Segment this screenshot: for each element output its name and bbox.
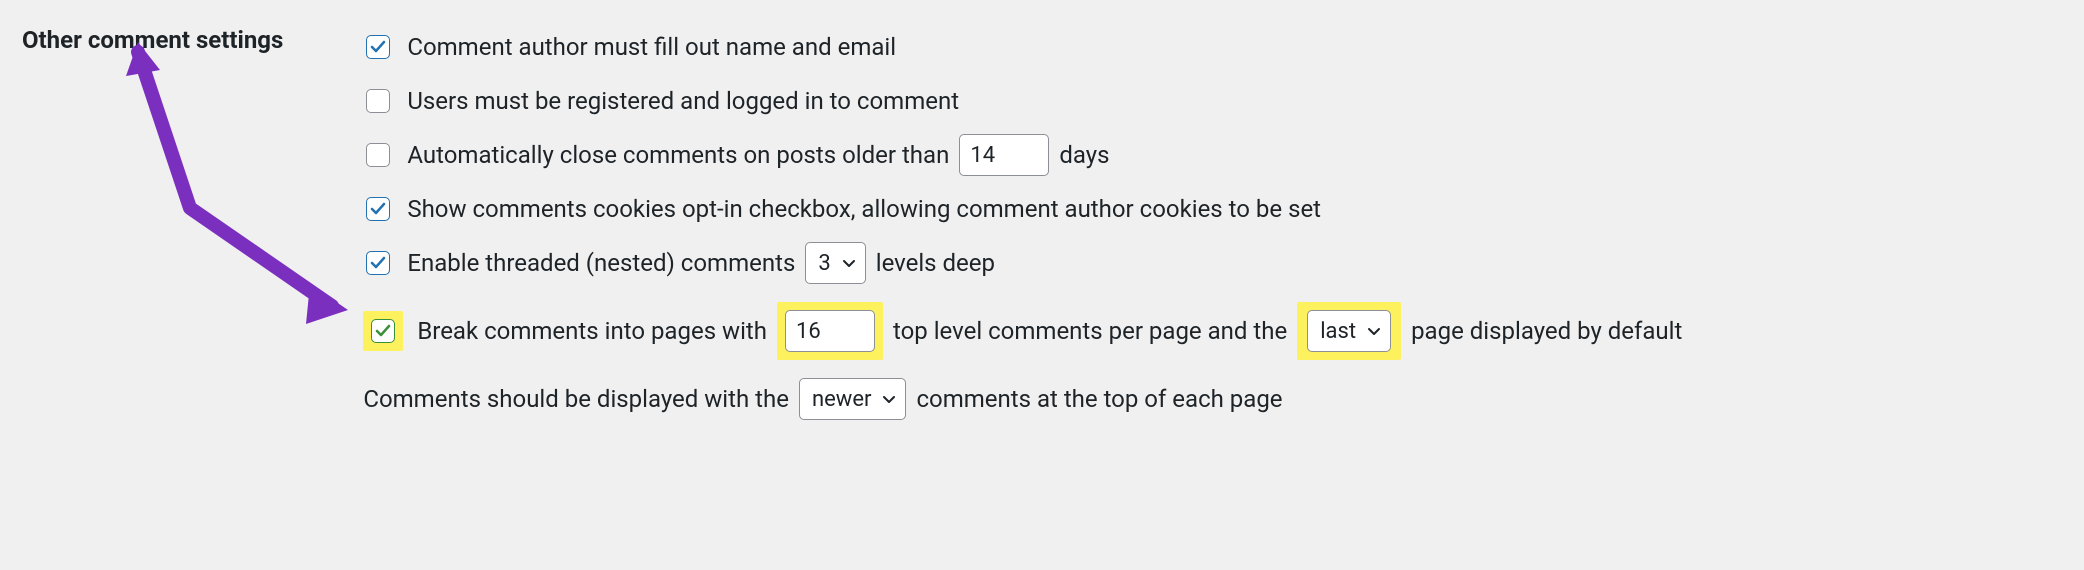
checkbox-require-name-email[interactable] xyxy=(366,35,390,59)
label-pagination-pre: Break comments into pages with xyxy=(417,317,767,345)
label-require-name-email: Comment author must fill out name and em… xyxy=(407,33,896,61)
setting-require-registered: Users must be registered and logged in t… xyxy=(363,76,1682,126)
label-require-registered: Users must be registered and logged in t… xyxy=(407,87,959,115)
highlight-per-page xyxy=(777,302,883,360)
input-pagination-per-page[interactable] xyxy=(785,310,875,352)
checkbox-auto-close[interactable] xyxy=(366,143,390,167)
label-pagination-mid: top level comments per page and the xyxy=(893,317,1287,345)
chevron-down-icon xyxy=(1366,323,1382,339)
setting-threaded: Enable threaded (nested) comments 3 leve… xyxy=(363,238,1682,288)
label-order-pre: Comments should be displayed with the xyxy=(363,385,789,413)
setting-cookies-optin: Show comments cookies opt-in checkbox, a… xyxy=(363,184,1682,234)
label-threaded-post: levels deep xyxy=(876,249,995,277)
label-auto-close-post: days xyxy=(1059,141,1109,169)
highlight-default-page: last xyxy=(1297,302,1401,360)
check-icon xyxy=(370,39,386,55)
check-icon xyxy=(370,255,386,271)
checkbox-pagination[interactable] xyxy=(371,319,395,343)
label-auto-close-pre: Automatically close comments on posts ol… xyxy=(407,141,949,169)
checkbox-threaded[interactable] xyxy=(366,251,390,275)
settings-column: Comment author must fill out name and em… xyxy=(363,22,1682,424)
checkbox-cookies-optin[interactable] xyxy=(366,197,390,221)
label-threaded-pre: Enable threaded (nested) comments xyxy=(407,249,795,277)
checkbox-require-registered[interactable] xyxy=(366,89,390,113)
label-pagination-post: page displayed by default xyxy=(1411,317,1682,345)
select-pagination-default-page[interactable]: last xyxy=(1307,310,1391,352)
label-cookies-optin: Show comments cookies opt-in checkbox, a… xyxy=(407,195,1321,223)
label-order-post: comments at the top of each page xyxy=(916,385,1282,413)
select-order[interactable]: newer xyxy=(799,378,906,420)
setting-pagination: Break comments into pages with top level… xyxy=(363,292,1682,370)
select-threaded-levels-value: 3 xyxy=(818,251,830,276)
select-order-value: newer xyxy=(812,387,871,412)
chevron-down-icon xyxy=(841,255,857,271)
setting-order: Comments should be displayed with the ne… xyxy=(363,374,1682,424)
section-title: Other comment settings xyxy=(22,22,363,54)
setting-require-name-email: Comment author must fill out name and em… xyxy=(363,22,1682,72)
check-icon xyxy=(370,201,386,217)
setting-auto-close: Automatically close comments on posts ol… xyxy=(363,130,1682,180)
check-icon xyxy=(375,323,391,339)
input-auto-close-days[interactable] xyxy=(959,134,1049,176)
select-threaded-levels[interactable]: 3 xyxy=(805,242,865,284)
chevron-down-icon xyxy=(881,391,897,407)
select-pagination-default-page-value: last xyxy=(1320,319,1356,344)
